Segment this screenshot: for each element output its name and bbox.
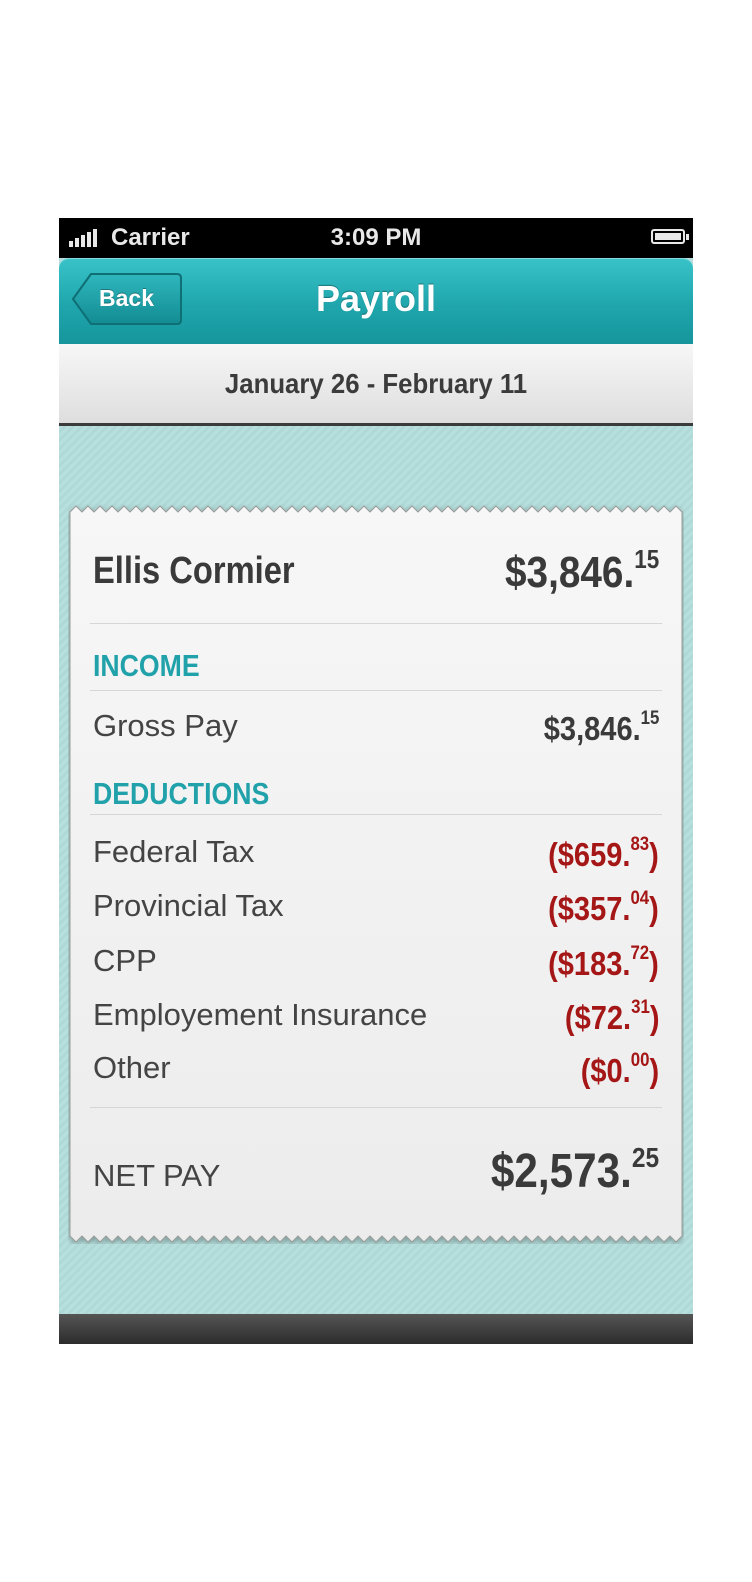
employment-insurance-amount: ($72.31) xyxy=(564,997,659,1036)
bottom-toolbar xyxy=(59,1314,693,1344)
income-heading: INCOME xyxy=(93,648,200,683)
page-title: Payroll xyxy=(315,278,437,319)
other-amount: ($0.00) xyxy=(580,1050,659,1089)
provincial-tax-label: Provincial Tax xyxy=(93,888,284,923)
employee-total: $3,846.15 xyxy=(504,545,659,597)
employee-name: Ellis Cormier xyxy=(93,550,295,592)
income-row: Gross Pay $3,846.15 xyxy=(93,708,659,748)
battery-icon xyxy=(651,229,689,244)
federal-tax-label: Federal Tax xyxy=(93,834,255,869)
pay-stub-receipt: Ellis Cormier $3,846.15 INCOME Gross Pay… xyxy=(68,504,684,1244)
divider xyxy=(90,623,662,624)
divider xyxy=(90,814,662,815)
deduction-row: Federal Tax ($659.83) xyxy=(93,834,659,874)
pay-period-label: January 26 - February 11 xyxy=(224,368,528,399)
net-pay-label: NET PAY xyxy=(93,1158,221,1193)
gross-pay-amount: $3,846.15 xyxy=(543,708,659,747)
phone-screen: Carrier 3:09 PM Back Payroll January 26 … xyxy=(59,218,693,1344)
deduction-row: CPP ($183.72) xyxy=(93,943,659,983)
federal-tax-amount: ($659.83) xyxy=(548,834,659,873)
receipt-paper xyxy=(69,505,683,1243)
divider xyxy=(90,690,662,691)
net-pay-amount: $2,573.25 xyxy=(490,1141,659,1198)
provincial-tax-amount: ($357.04) xyxy=(548,888,659,927)
status-time: 3:09 PM xyxy=(330,224,422,251)
deductions-heading: DEDUCTIONS xyxy=(93,776,270,811)
navigation-bar: Back Payroll xyxy=(59,258,693,344)
divider xyxy=(90,1107,662,1108)
deduction-row: Other ($0.00) xyxy=(93,1050,659,1090)
deduction-row: Employement Insurance ($72.31) xyxy=(93,997,659,1037)
cpp-amount: ($183.72) xyxy=(548,943,659,982)
status-bar: Carrier 3:09 PM xyxy=(59,218,693,258)
cpp-label: CPP xyxy=(93,943,157,978)
other-label: Other xyxy=(93,1050,171,1085)
gross-pay-label: Gross Pay xyxy=(93,708,238,743)
employment-insurance-label: Employement Insurance xyxy=(93,997,428,1032)
pay-period-bar: January 26 - February 11 xyxy=(59,344,693,426)
net-pay-row: NET PAY $2,573.25 xyxy=(93,1141,659,1200)
deduction-row: Provincial Tax ($357.04) xyxy=(93,888,659,928)
employee-row: Ellis Cormier $3,846.15 xyxy=(93,545,659,598)
